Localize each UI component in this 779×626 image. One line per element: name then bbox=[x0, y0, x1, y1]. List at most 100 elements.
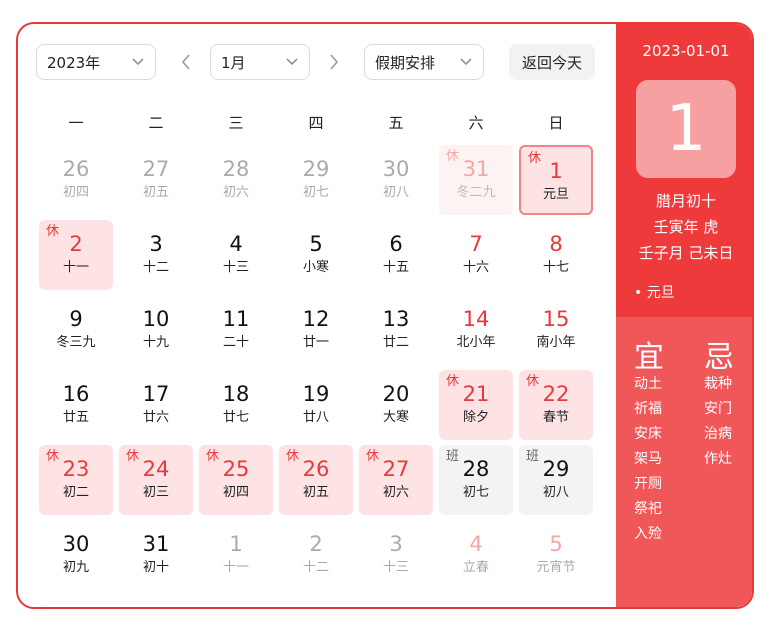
day-cell[interactable]: 4 十三 bbox=[199, 220, 273, 290]
lunar-label: 廿二 bbox=[382, 335, 409, 350]
lunar-label: 春节 bbox=[542, 410, 569, 425]
day-cell[interactable]: 12 廿一 bbox=[279, 295, 353, 365]
day-cell[interactable]: 19 廿八 bbox=[279, 370, 353, 440]
day-number: 28 bbox=[222, 157, 250, 181]
day-number: 29 bbox=[542, 457, 570, 481]
day-cell[interactable]: 18 廿七 bbox=[199, 370, 273, 440]
day-cell[interactable]: 休 25 初四 bbox=[199, 445, 273, 515]
month-select[interactable]: 1月 bbox=[210, 44, 310, 80]
lunar-label: 初四 bbox=[222, 485, 249, 500]
holiday-mode-select[interactable]: 假期安排 bbox=[364, 44, 484, 80]
ji-list: 栽种 安门 治病 作灶 bbox=[704, 372, 732, 472]
day-cell[interactable]: 11 二十 bbox=[199, 295, 273, 365]
day-number: 18 bbox=[222, 382, 250, 406]
lunar-label: 立春 bbox=[462, 560, 489, 575]
day-cell[interactable]: 31 初十 bbox=[119, 520, 193, 590]
lunar-label: 除夕 bbox=[462, 410, 489, 425]
day-cell[interactable]: 5 元宵节 bbox=[519, 520, 593, 590]
day-cell[interactable]: 2 十二 bbox=[279, 520, 353, 590]
day-cell[interactable]: 休 1 元旦 bbox=[519, 145, 593, 215]
day-number: 26 bbox=[302, 457, 330, 481]
day-cell[interactable]: 26 初四 bbox=[39, 145, 113, 215]
day-cell[interactable]: 9 冬三九 bbox=[39, 295, 113, 365]
day-cell[interactable]: 30 初九 bbox=[39, 520, 113, 590]
yi-item: 安床 bbox=[634, 426, 662, 442]
day-number: 15 bbox=[542, 307, 570, 331]
lunar-label: 十一 bbox=[62, 260, 89, 275]
lunar-label: 初三 bbox=[142, 485, 169, 500]
prev-month-button[interactable] bbox=[178, 50, 194, 74]
day-cell[interactable]: 休 2 十一 bbox=[39, 220, 113, 290]
day-cell[interactable]: 休 31 冬二九 bbox=[439, 145, 513, 215]
year-select[interactable]: 2023年 bbox=[36, 44, 156, 80]
chevron-down-icon bbox=[132, 58, 144, 66]
chevron-right-icon bbox=[330, 54, 339, 70]
lunar-label: 二十 bbox=[222, 335, 249, 350]
yi-item: 祈福 bbox=[634, 401, 662, 417]
weekday-label: 三 bbox=[228, 114, 244, 132]
day-number: 3 bbox=[389, 532, 403, 556]
day-cell[interactable]: 休 26 初五 bbox=[279, 445, 353, 515]
day-cell[interactable]: 27 初五 bbox=[119, 145, 193, 215]
lunar-label: 南小年 bbox=[536, 335, 576, 350]
lunar-label: 十三 bbox=[382, 560, 409, 575]
lunar-label: 初十 bbox=[142, 560, 169, 575]
lunar-label: 初六 bbox=[382, 485, 409, 500]
day-number: 24 bbox=[142, 457, 170, 481]
day-number: 8 bbox=[549, 232, 563, 256]
day-number: 25 bbox=[222, 457, 250, 481]
day-number: 13 bbox=[382, 307, 410, 331]
lunar-label: 十六 bbox=[462, 260, 489, 275]
day-number: 6 bbox=[389, 232, 403, 256]
day-cell[interactable]: 8 十七 bbox=[519, 220, 593, 290]
lunar-label: 廿六 bbox=[142, 410, 169, 425]
yi-item: 祭祀 bbox=[634, 501, 662, 517]
day-cell[interactable]: 29 初七 bbox=[279, 145, 353, 215]
day-number: 2 bbox=[69, 232, 83, 256]
day-number: 1 bbox=[229, 532, 243, 556]
day-cell[interactable]: 3 十二 bbox=[119, 220, 193, 290]
year-select-value: 2023年 bbox=[47, 53, 101, 72]
day-cell[interactable]: 15 南小年 bbox=[519, 295, 593, 365]
lunar-label: 初九 bbox=[62, 560, 89, 575]
day-cell[interactable]: 1 十一 bbox=[199, 520, 273, 590]
day-cell[interactable]: 休 24 初三 bbox=[119, 445, 193, 515]
day-cell[interactable]: 班 29 初八 bbox=[519, 445, 593, 515]
day-cell[interactable]: 20 大寒 bbox=[359, 370, 433, 440]
day-number: 4 bbox=[469, 532, 483, 556]
day-cell[interactable]: 13 廿二 bbox=[359, 295, 433, 365]
yi-item: 架马 bbox=[634, 451, 662, 467]
day-cell[interactable]: 休 27 初六 bbox=[359, 445, 433, 515]
day-number: 17 bbox=[142, 382, 170, 406]
day-cell[interactable]: 3 十三 bbox=[359, 520, 433, 590]
day-cell[interactable]: 16 廿五 bbox=[39, 370, 113, 440]
lunar-label: 初五 bbox=[142, 185, 169, 200]
lunar-label: 冬二九 bbox=[456, 185, 496, 200]
day-cell[interactable]: 4 立春 bbox=[439, 520, 513, 590]
day-cell[interactable]: 30 初八 bbox=[359, 145, 433, 215]
day-cell[interactable]: 6 十五 bbox=[359, 220, 433, 290]
day-cell[interactable]: 7 十六 bbox=[439, 220, 513, 290]
next-month-button[interactable] bbox=[326, 50, 342, 74]
lunar-label: 大寒 bbox=[382, 410, 409, 425]
selected-date: 2023-01-01 bbox=[642, 42, 730, 60]
day-cell[interactable]: 班 28 初七 bbox=[439, 445, 513, 515]
back-to-today-button[interactable]: 返回今天 bbox=[509, 44, 595, 80]
lunar-label: 十二 bbox=[142, 260, 169, 275]
day-number: 30 bbox=[62, 532, 90, 556]
day-cell[interactable]: 休 22 春节 bbox=[519, 370, 593, 440]
lunar-label: 初四 bbox=[62, 185, 89, 200]
lunar-label: 初五 bbox=[302, 485, 329, 500]
day-cell[interactable]: 休 21 除夕 bbox=[439, 370, 513, 440]
day-cell[interactable]: 28 初六 bbox=[199, 145, 273, 215]
lunar-label: 初六 bbox=[222, 185, 249, 200]
day-number: 26 bbox=[62, 157, 90, 181]
day-cell[interactable]: 5 小寒 bbox=[279, 220, 353, 290]
day-cell[interactable]: 休 23 初二 bbox=[39, 445, 113, 515]
day-cell[interactable]: 10 十九 bbox=[119, 295, 193, 365]
lunar-label: 廿八 bbox=[302, 410, 329, 425]
day-number: 30 bbox=[382, 157, 410, 181]
day-cell[interactable]: 17 廿六 bbox=[119, 370, 193, 440]
weekday-label: 六 bbox=[468, 114, 484, 132]
day-cell[interactable]: 14 北小年 bbox=[439, 295, 513, 365]
